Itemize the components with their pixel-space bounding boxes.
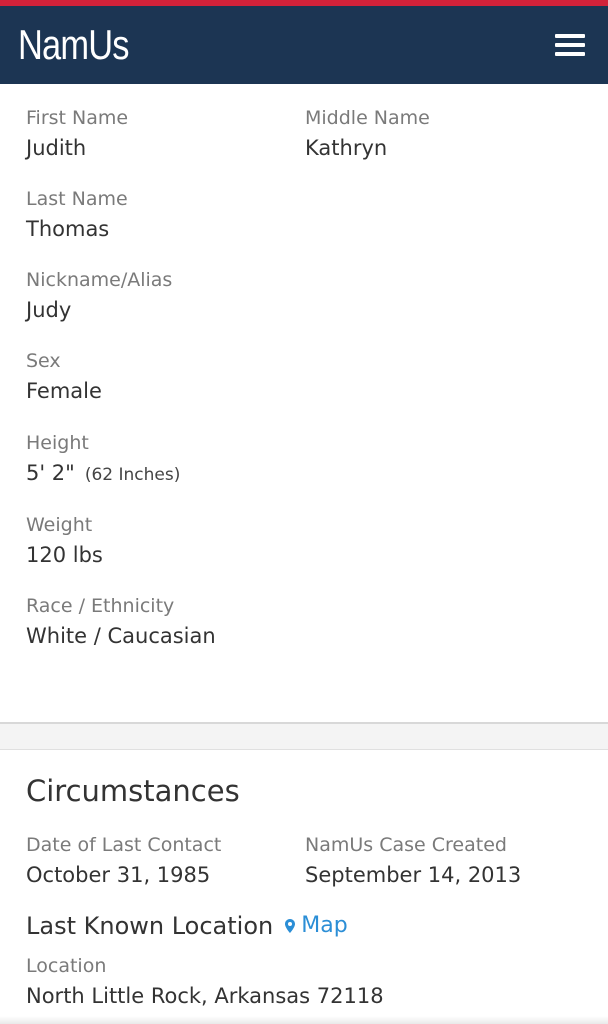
hamburger-icon[interactable] — [550, 25, 590, 65]
last-contact-field: Date of Last Contact October 31, 1985 — [26, 833, 221, 889]
first-name-value: Judith — [26, 136, 87, 160]
map-link[interactable]: Map — [285, 910, 348, 942]
last-known-location-heading: Last Known Location Map — [26, 910, 348, 942]
height-value-row: 5' 2" (62 Inches) — [26, 459, 180, 489]
last-contact-label: Date of Last Contact — [26, 834, 222, 856]
case-created-field: NamUs Case Created September 14, 2013 — [305, 833, 521, 889]
bottom-fade — [0, 1016, 608, 1024]
last-known-location-title: Last Known Location — [26, 912, 274, 940]
section-gap — [0, 724, 608, 750]
middle-name-value: Kathryn — [305, 136, 388, 160]
sex-label: Sex — [26, 350, 61, 372]
height-field: Height 5' 2" (62 Inches) — [26, 431, 180, 489]
sex-value: Female — [26, 379, 102, 403]
height-value: 5' 2" — [26, 461, 75, 485]
nickname-label: Nickname/Alias — [26, 269, 173, 291]
location-value: North Little Rock, Arkansas 72118 — [26, 984, 384, 1008]
case-created-label: NamUs Case Created — [305, 834, 507, 856]
middle-name-field: Middle Name Kathryn — [305, 106, 430, 162]
last-contact-value: October 31, 1985 — [26, 863, 211, 887]
first-name-label: First Name — [26, 107, 129, 129]
nickname-value: Judy — [26, 298, 72, 322]
first-name-field: First Name Judith — [26, 106, 128, 162]
map-pin-icon — [285, 919, 296, 933]
weight-field: Weight 120 lbs — [26, 513, 103, 569]
weight-value: 120 lbs — [26, 543, 103, 567]
location-field: Location North Little Rock, Arkansas 721… — [26, 954, 384, 1010]
weight-label: Weight — [26, 514, 93, 536]
race-value: White / Caucasian — [26, 624, 216, 648]
last-name-label: Last Name — [26, 188, 128, 210]
race-label: Race / Ethnicity — [26, 595, 175, 617]
circumstances-heading: Circumstances — [26, 774, 240, 808]
namus-logo[interactable]: NamUs — [18, 24, 130, 66]
middle-name-label: Middle Name — [305, 107, 430, 129]
height-label: Height — [26, 432, 89, 454]
height-inches: (62 Inches) — [84, 465, 181, 485]
race-field: Race / Ethnicity White / Caucasian — [26, 594, 216, 650]
last-name-field: Last Name Thomas — [26, 187, 128, 243]
person-details: First Name Judith Middle Name Kathryn La… — [0, 84, 608, 724]
app-header: NamUs — [0, 6, 608, 84]
nickname-field: Nickname/Alias Judy — [26, 268, 172, 324]
last-name-value: Thomas — [26, 217, 110, 241]
case-created-value: September 14, 2013 — [305, 863, 522, 887]
map-link-label: Map — [301, 913, 348, 938]
sex-field: Sex Female — [26, 349, 102, 405]
location-label: Location — [26, 955, 107, 977]
